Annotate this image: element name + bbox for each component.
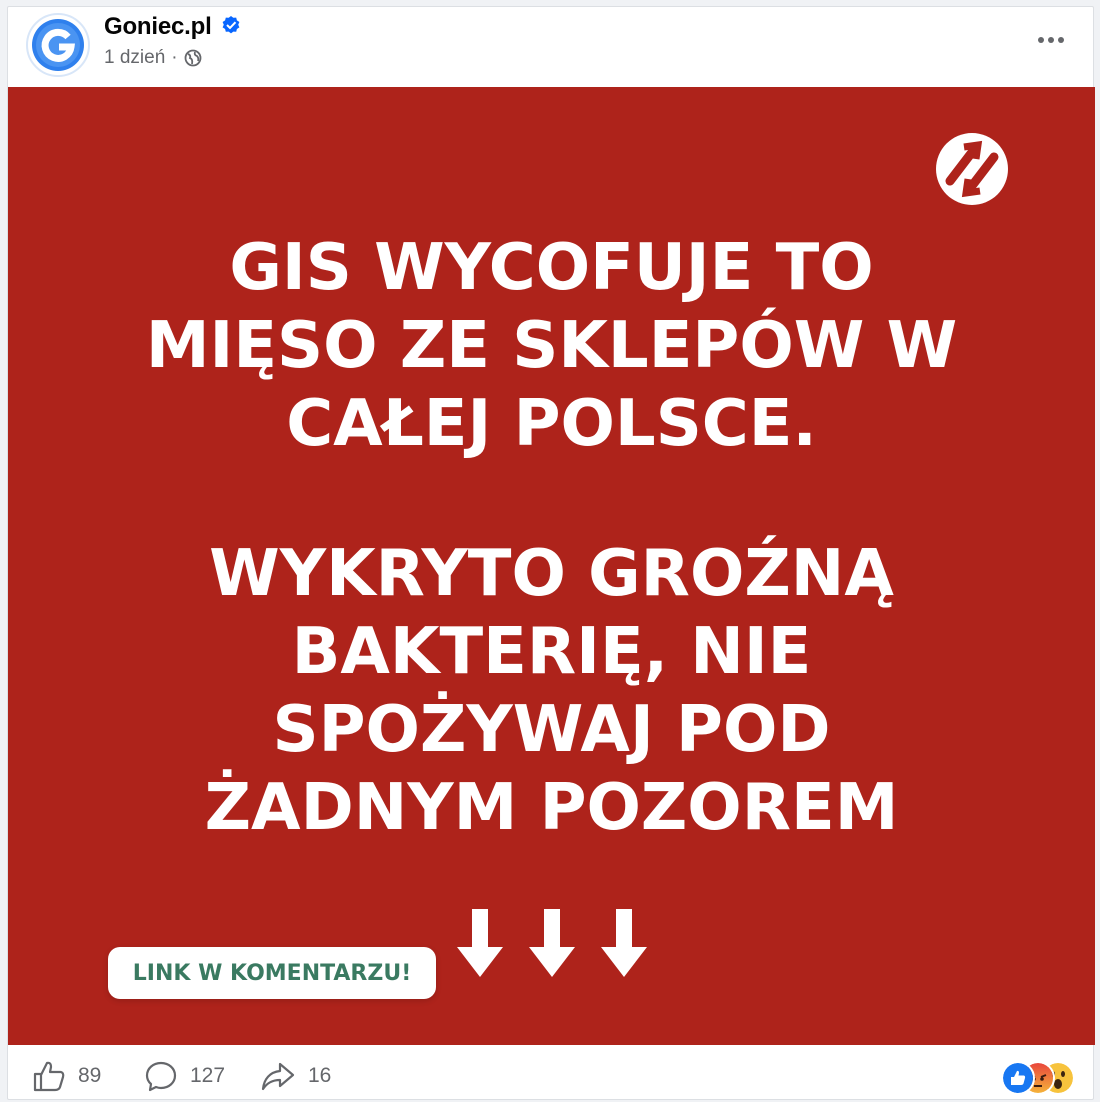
comment-button[interactable]: 127 xyxy=(144,1061,226,1092)
page-name-link[interactable]: Goniec.pl xyxy=(104,13,212,41)
cta-link-pill: LINK W KOMENTARZU! xyxy=(108,947,436,999)
cta-label: LINK W KOMENTARZU! xyxy=(132,960,412,986)
down-arrow-icon xyxy=(529,909,575,977)
post-actions-bar: 89 127 16 xyxy=(8,1047,1093,1101)
down-arrow-icon xyxy=(601,909,647,977)
reaction-summary[interactable] xyxy=(1001,1061,1075,1095)
share-count: 16 xyxy=(308,1064,332,1087)
like-reaction-icon xyxy=(1001,1061,1035,1095)
post-image[interactable]: GIS WYCOFUJE TO MIĘSO ZE SKLEPÓW W CAŁEJ… xyxy=(8,87,1095,1045)
globe-icon xyxy=(184,49,202,67)
post-timestamp[interactable]: 1 dzień xyxy=(104,47,165,69)
headline-primary: GIS WYCOFUJE TO MIĘSO ZE SKLEPÓW W CAŁEJ… xyxy=(145,231,958,461)
post-meta: 1 dzień · xyxy=(104,47,202,69)
share-button[interactable]: 16 xyxy=(260,1061,331,1091)
goniec-logo-icon xyxy=(936,133,1008,205)
meta-separator: · xyxy=(171,47,178,68)
more-options-button[interactable] xyxy=(1031,27,1071,53)
comment-count: 127 xyxy=(190,1064,226,1087)
verified-badge-icon xyxy=(222,16,240,34)
avatar-g-logo xyxy=(32,19,84,71)
like-icon xyxy=(33,1061,65,1092)
down-arrow-icon xyxy=(457,909,503,977)
page-avatar[interactable] xyxy=(26,13,90,77)
post-header: Goniec.pl 1 dzień · xyxy=(8,7,1093,87)
share-icon xyxy=(261,1062,295,1091)
more-icon xyxy=(1038,37,1044,43)
like-button[interactable]: 89 xyxy=(32,1061,102,1092)
like-count: 89 xyxy=(78,1064,102,1087)
down-arrows xyxy=(455,909,655,981)
headline-secondary: WYKRYTO GROŹNĄ BAKTERIĘ, NIE SPOŻYWAJ PO… xyxy=(204,537,899,845)
post-card: Goniec.pl 1 dzień · GIS WYCOFUJE TO MIĘS… xyxy=(7,6,1095,1101)
comment-icon xyxy=(145,1061,177,1092)
